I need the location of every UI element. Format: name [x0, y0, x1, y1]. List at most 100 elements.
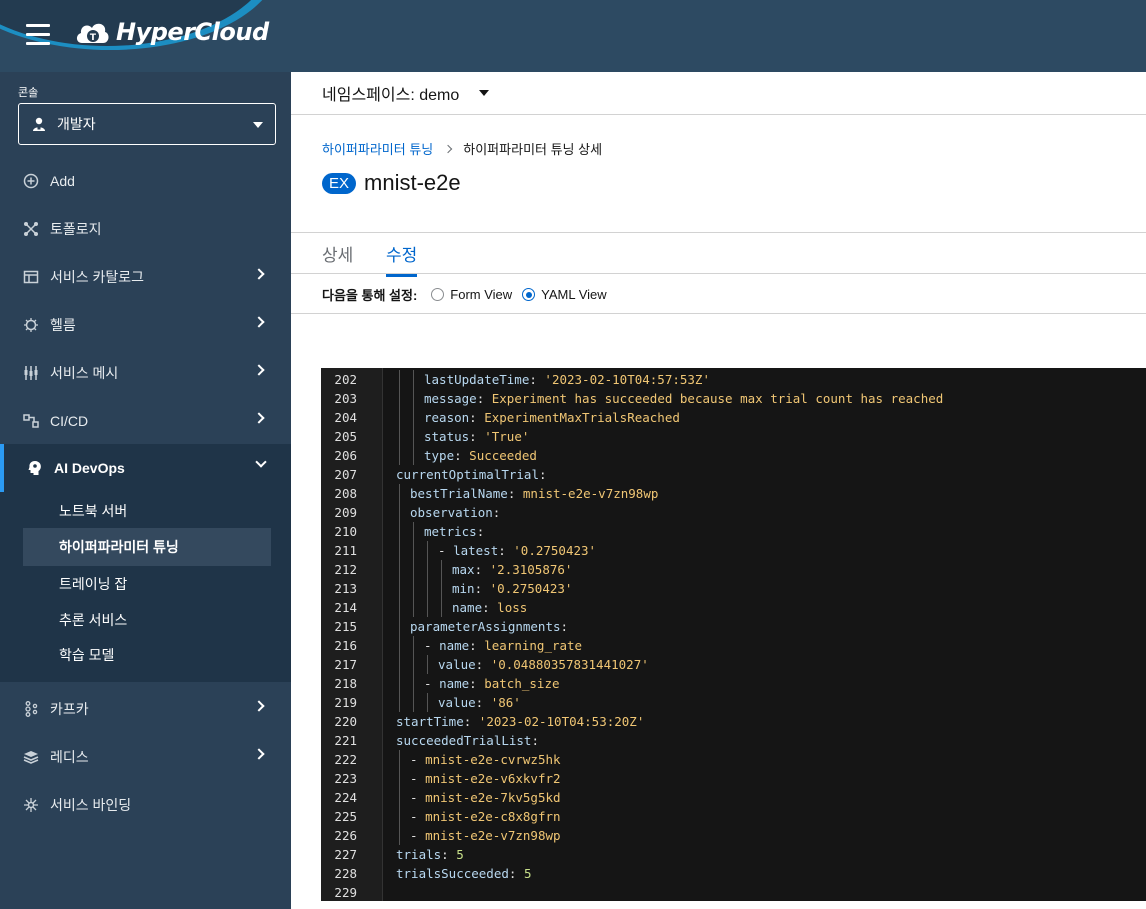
line-number: 222: [334, 752, 357, 767]
indent-guide: [399, 598, 400, 617]
indent-guide: [413, 427, 414, 446]
line-number: 223: [334, 771, 357, 786]
sub-item-notebook-server[interactable]: 노트북 서버: [23, 492, 271, 530]
yaml-view-label[interactable]: YAML View: [541, 287, 607, 302]
nav-item-ai-devops[interactable]: AI DevOps: [0, 444, 291, 492]
sub-item-inference-service[interactable]: 추론 서비스: [23, 601, 271, 639]
sub-item-label: 하이퍼파라미터 튜닝: [59, 539, 179, 555]
code-line: 222 - mnist-e2e-cvrwz5hk: [321, 750, 1146, 769]
indent-guide: [413, 693, 414, 712]
indent-guide: [399, 408, 400, 427]
indent-guide: [399, 522, 400, 541]
tab-details[interactable]: 상세: [322, 241, 353, 274]
main-content: 네임스페이스: demo 하이퍼파라미터 튜닝 하이퍼파라미터 튜닝 상세 EX…: [291, 72, 1146, 909]
sub-item-trained-model[interactable]: 학습 모델: [23, 636, 271, 674]
indent-guide: [399, 769, 400, 788]
tab-edit[interactable]: 수정: [386, 241, 418, 277]
line-number: 209: [334, 505, 357, 520]
code-text: max: '2.3105876': [452, 562, 573, 577]
indent-guide: [427, 560, 428, 579]
sub-item-hyperparameter-tuning[interactable]: 하이퍼파라미터 튜닝: [23, 528, 271, 566]
code-line: 217 value: '0.04880357831441027': [321, 655, 1146, 674]
sub-item-label: 트레이닝 잡: [59, 576, 128, 592]
nav-label: 헬름: [50, 317, 76, 333]
resource-kind-badge: EX: [322, 172, 357, 194]
nav-label: 서비스 바인딩: [50, 797, 132, 813]
code-line: 227 trials: 5: [321, 845, 1146, 864]
nav-item-cicd[interactable]: CI/CD: [0, 397, 291, 445]
indent-guide: [413, 579, 414, 598]
code-line: 209 observation:: [321, 503, 1146, 522]
indent-guide: [399, 389, 400, 408]
indent-guide: [399, 446, 400, 465]
indent-guide: [413, 598, 414, 617]
code-line: 213 min: '0.2750423': [321, 579, 1146, 598]
hamburger-menu-button[interactable]: [26, 24, 50, 46]
breadcrumb-link-hyperparameter-tuning[interactable]: 하이퍼파라미터 튜닝: [322, 139, 433, 158]
code-line: 215 parameterAssignments:: [321, 617, 1146, 636]
perspective-value: 개발자: [57, 116, 96, 132]
indent-guide: [427, 541, 428, 560]
sub-item-label: 노트북 서버: [59, 503, 128, 519]
line-number: 214: [334, 600, 357, 615]
code-line: 202 lastUpdateTime: '2023-02-10T04:57:53Z…: [321, 370, 1146, 389]
nav-item-redis[interactable]: 레디스: [0, 733, 291, 781]
yaml-view-radio[interactable]: [522, 288, 536, 301]
code-text: - latest: '0.2750423': [438, 543, 597, 558]
code-line: 228 trialsSucceeded: 5: [321, 864, 1146, 883]
code-line: 224 - mnist-e2e-7kv5g5kd: [321, 788, 1146, 807]
nav-item-service-catalog[interactable]: 서비스 카탈로그: [0, 253, 291, 301]
line-number: 204: [334, 410, 357, 425]
code-line: 223 - mnist-e2e-v6xkvfr2: [321, 769, 1146, 788]
sub-item-training-job[interactable]: 트레이닝 잡: [23, 565, 271, 603]
nav-item-service-mesh[interactable]: 서비스 메시: [0, 349, 291, 397]
perspective-label: 콘솔: [18, 87, 39, 99]
chevron-down-icon: [255, 456, 267, 468]
kafka-icon: [22, 700, 40, 718]
indent-guide: [399, 693, 400, 712]
line-number: 218: [334, 676, 357, 691]
nav-label: 토폴로지: [50, 221, 102, 237]
nav-label: 레디스: [50, 749, 89, 765]
code-line: 205 status: 'True': [321, 427, 1146, 446]
line-number: 202: [334, 372, 357, 387]
nav-item-helm[interactable]: 헬름: [0, 301, 291, 349]
form-view-radio[interactable]: [431, 288, 445, 301]
code-text: trials: 5: [396, 847, 464, 862]
hypercloud-logo[interactable]: T HyperCloud: [74, 18, 269, 46]
perspective-switcher[interactable]: 개발자: [18, 103, 276, 145]
code-text: - name: batch_size: [424, 676, 560, 691]
nav-item-kafka[interactable]: 카프카: [0, 685, 291, 733]
indent-guide: [399, 750, 400, 769]
yaml-editor[interactable]: 202 lastUpdateTime: '2023-02-10T04:57:53Z…: [321, 368, 1146, 901]
namespace-selector[interactable]: 네임스페이스: demo: [322, 81, 459, 105]
indent-guide: [413, 370, 414, 389]
line-number: 211: [334, 543, 357, 558]
code-text: - mnist-e2e-7kv5g5kd: [410, 790, 561, 805]
nav-item-add[interactable]: Add: [0, 157, 291, 205]
form-view-label[interactable]: Form View: [450, 287, 512, 302]
code-line: 226 - mnist-e2e-v7zn98wp: [321, 826, 1146, 845]
code-text: trialsSucceeded: 5: [396, 866, 532, 881]
indent-guide: [441, 598, 442, 617]
nav-item-topology[interactable]: 토폴로지: [0, 205, 291, 253]
code-text: name: loss: [452, 600, 528, 615]
line-number: 205: [334, 429, 357, 444]
chevron-down-icon: [253, 122, 263, 128]
line-number: 208: [334, 486, 357, 501]
breadcrumb-current: 하이퍼파라미터 튜닝 상세: [463, 142, 603, 157]
nav-label: 서비스 메시: [50, 365, 119, 381]
indent-guide: [413, 446, 414, 465]
code-line: 220 startTime: '2023-02-10T04:53:20Z': [321, 712, 1146, 731]
ai-brain-icon: [26, 459, 44, 477]
namespace-bar: 네임스페이스: demo: [291, 72, 1146, 115]
code-text: succeededTrialList:: [396, 733, 539, 748]
code-line: 218 - name: batch_size: [321, 674, 1146, 693]
code-text: currentOptimalTrial:: [396, 467, 547, 482]
code-text: - mnist-e2e-cvrwz5hk: [410, 752, 561, 767]
nav-item-service-binding[interactable]: 서비스 바인딩: [0, 781, 291, 829]
developer-icon: [33, 117, 45, 131]
caret-down-icon[interactable]: [479, 90, 490, 96]
line-number: 225: [334, 809, 357, 824]
code-text: message: Experiment has succeeded becaus…: [424, 391, 944, 406]
